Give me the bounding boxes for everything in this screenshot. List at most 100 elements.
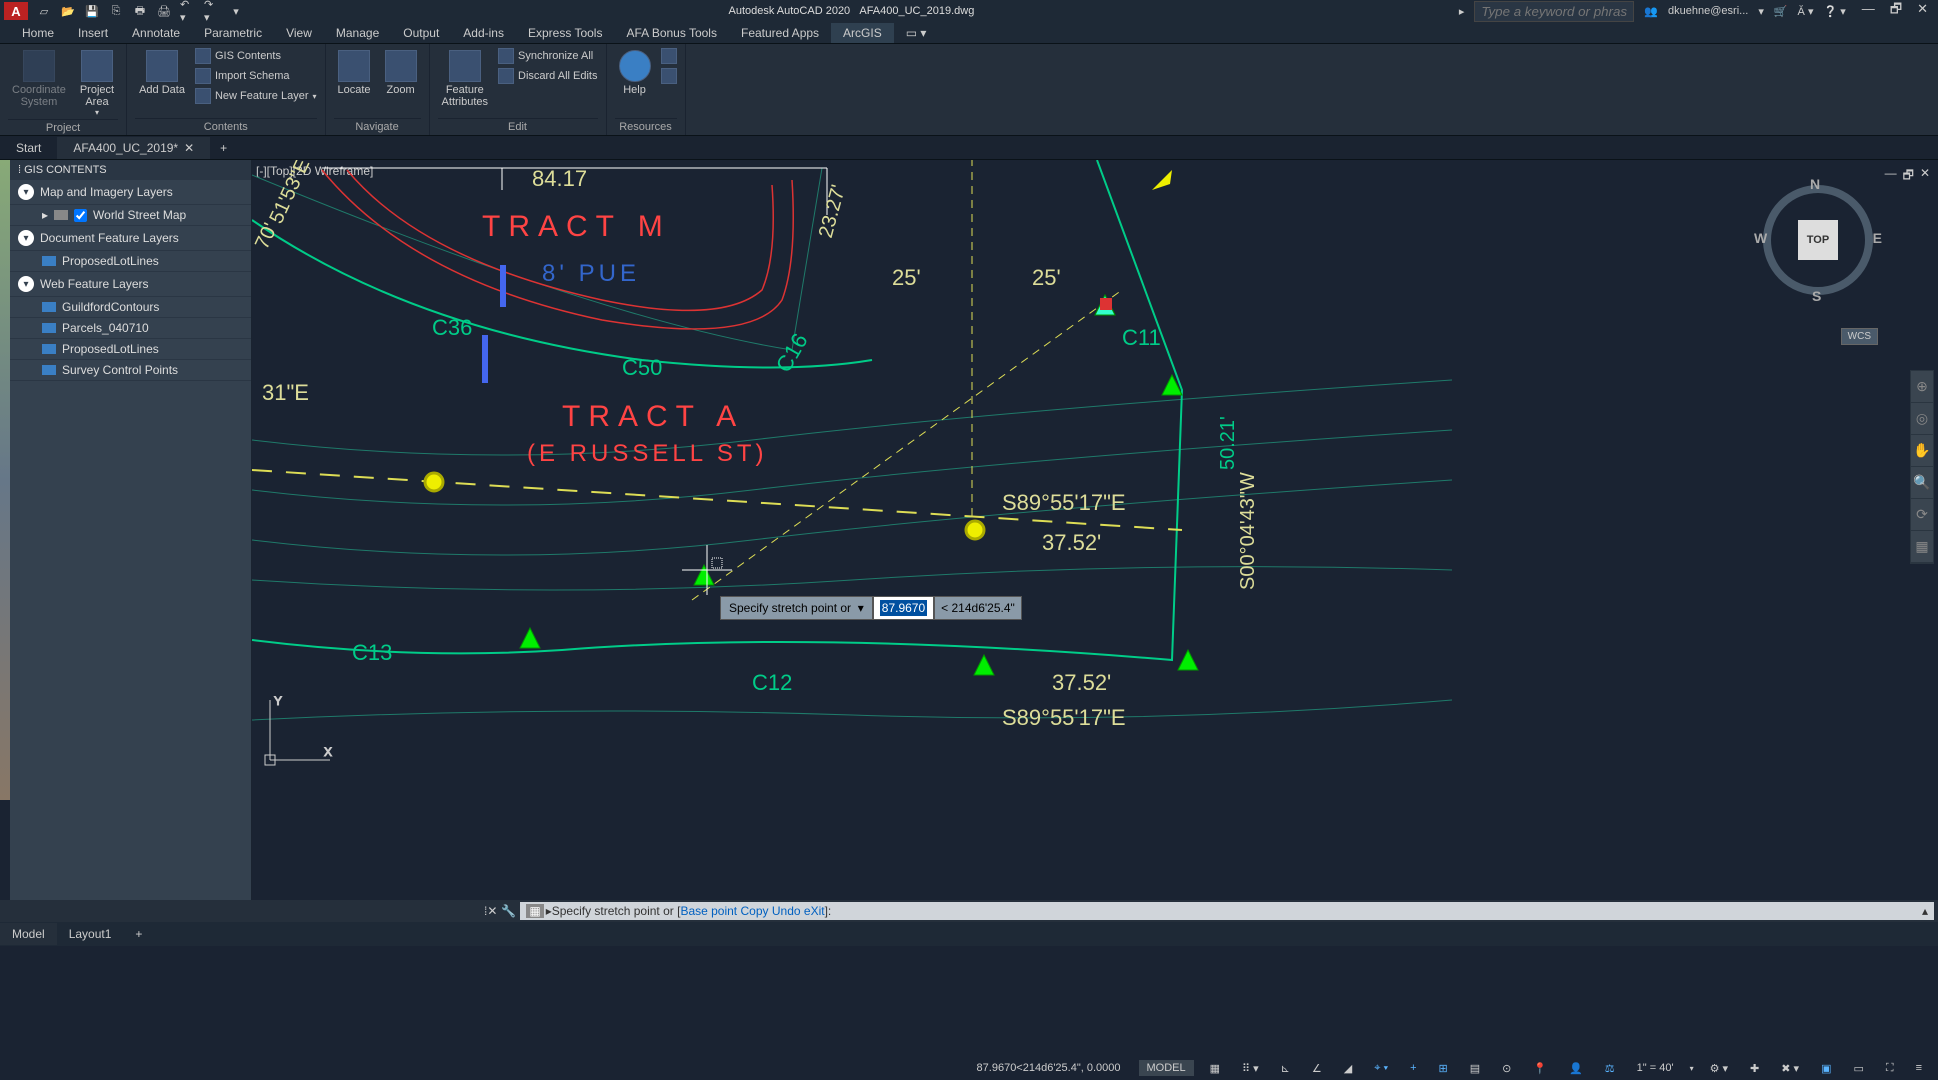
cycle-toggle-icon[interactable]: ⊙ [1496, 1060, 1517, 1077]
qat-saveall-icon[interactable]: ⎘ [108, 3, 124, 19]
doc-tab-active[interactable]: AFA400_UC_2019*✕ [57, 137, 210, 159]
nav-wheel-icon[interactable]: ◎ [1911, 403, 1933, 435]
nav-zoom-icon[interactable]: 🔍 [1911, 467, 1933, 499]
resource-2-button[interactable] [661, 68, 677, 84]
cmd-history-icon[interactable]: ▴ [1922, 904, 1928, 918]
user-label[interactable]: dkuehne@esri... [1668, 5, 1748, 17]
cmd-option-exit[interactable]: eXit [804, 904, 825, 918]
signin-icon[interactable]: 👥 [1644, 5, 1658, 18]
locate-button[interactable]: Locate [334, 48, 375, 98]
viewport-minimize-icon[interactable]: — [1885, 166, 1897, 187]
nav-showmotion-icon[interactable]: ▦ [1911, 531, 1933, 563]
tab-manage[interactable]: Manage [324, 23, 391, 43]
coordinate-system-button[interactable]: Coordinate System [8, 48, 70, 110]
tab-parametric[interactable]: Parametric [192, 23, 274, 43]
tab-extra-icon[interactable]: ▭ ▾ [894, 23, 939, 43]
units-icon[interactable]: ✖ ▾ [1775, 1060, 1805, 1077]
app-menu-icon[interactable]: A [4, 2, 28, 20]
quick-props-icon[interactable]: ▣ [1815, 1060, 1837, 1077]
cart-icon[interactable]: 🛒 [1774, 5, 1788, 18]
chevron-down-icon[interactable]: ▾ [18, 276, 34, 292]
feature-attributes-button[interactable]: Feature Attributes [438, 48, 492, 110]
qat-publish-icon[interactable]: 🖨 [156, 3, 172, 19]
viewcube[interactable]: N S W E TOP [1758, 180, 1878, 300]
nav-full-icon[interactable]: ⊕ [1911, 371, 1933, 403]
resource-1-button[interactable] [661, 48, 677, 64]
close-icon[interactable]: ✕ [1911, 1, 1934, 16]
osnap-toggle-icon[interactable]: ⌖ ▾ [1368, 1060, 1394, 1077]
cmd-customize-icon[interactable]: 🔧 [501, 904, 516, 918]
sidebar-item-guildfordcontours[interactable]: GuildfordContours [10, 297, 251, 318]
chevron-down-icon[interactable]: ▾ [18, 230, 34, 246]
lwt-toggle-icon[interactable]: ⊞ [1433, 1060, 1454, 1077]
tab-arcgis[interactable]: ArcGIS [831, 23, 894, 43]
layer-visibility-checkbox[interactable] [74, 209, 87, 222]
qat-redo-icon[interactable]: ↷ ▾ [204, 3, 220, 19]
tab-featured-apps[interactable]: Featured Apps [729, 23, 831, 43]
dyn-distance-input[interactable]: 87.9670 [873, 596, 934, 620]
transparency-toggle-icon[interactable]: ▤ [1464, 1060, 1486, 1077]
arrow-icon[interactable]: ▸ [1459, 5, 1465, 18]
add-tab-button[interactable]: + [210, 137, 237, 159]
sidebar-item-proposedlotlines-web[interactable]: ProposedLotLines [10, 339, 251, 360]
chevron-down-icon[interactable]: ▾ [18, 184, 34, 200]
sidebar-section-web-feature[interactable]: ▾ Web Feature Layers [10, 272, 251, 297]
project-area-button[interactable]: Project Area▾ [76, 48, 118, 119]
sidebar-section-doc-feature[interactable]: ▾ Document Feature Layers [10, 226, 251, 251]
tab-addins[interactable]: Add-ins [451, 23, 516, 43]
isolate-icon[interactable]: ▭ [1847, 1060, 1869, 1077]
ann-monitor-icon[interactable]: ✚ [1744, 1060, 1765, 1077]
dynamic-input-tooltip[interactable]: Specify stretch point or ▾ 87.9670 < 214… [720, 596, 1022, 620]
close-tab-icon[interactable]: ✕ [184, 141, 194, 155]
sidebar-section-map-imagery[interactable]: ▾ Map and Imagery Layers [10, 180, 251, 205]
snap-toggle-icon[interactable]: ⠿ ▾ [1236, 1060, 1265, 1077]
coordinates-display[interactable]: 87.9670<214d6'25.4", 0.0000 [977, 1062, 1121, 1074]
scale-display[interactable]: 1" = 40' [1631, 1060, 1680, 1076]
expand-icon[interactable]: ▸ [42, 208, 48, 222]
command-input[interactable]: ▦ ▸Specify stretch point or [ Base point… [520, 902, 1934, 920]
doc-tab-start[interactable]: Start [0, 137, 57, 159]
workspace-icon[interactable]: ⚙ ▾ [1704, 1060, 1734, 1077]
gis-contents-button[interactable]: GIS Contents [195, 48, 317, 64]
viewport-restore-icon[interactable]: 🗗 [1903, 166, 1914, 187]
viewcube-top-face[interactable]: TOP [1798, 220, 1838, 260]
tab-express-tools[interactable]: Express Tools [516, 23, 614, 43]
new-feature-layer-button[interactable]: New Feature Layer ▾ [195, 88, 317, 104]
ann-scale-icon[interactable]: 👤 [1563, 1060, 1589, 1077]
customize-status-icon[interactable]: ≡ [1910, 1060, 1928, 1076]
geo-marker-icon[interactable]: 📍 [1527, 1060, 1553, 1077]
viewport-close-icon[interactable]: ✕ [1920, 166, 1930, 187]
import-schema-button[interactable]: Import Schema [195, 68, 317, 84]
clean-screen-icon[interactable]: ⛶ [1880, 1060, 1900, 1077]
iso-toggle-icon[interactable]: ◢ [1338, 1060, 1358, 1077]
cmd-option-copy[interactable]: Copy [741, 904, 769, 918]
grid-toggle-icon[interactable]: ▦ [1204, 1060, 1226, 1077]
search-input[interactable] [1474, 1, 1634, 22]
app-store-icon[interactable]: Ă ▾ [1798, 5, 1814, 18]
sidebar-item-world-street-map[interactable]: ▸ World Street Map [10, 205, 251, 226]
restore-icon[interactable]: 🗗 [1884, 1, 1908, 16]
qat-new-icon[interactable]: ▱ [36, 3, 52, 19]
tab-view[interactable]: View [274, 23, 324, 43]
tab-afa-bonus[interactable]: AFA Bonus Tools [614, 23, 729, 43]
command-line[interactable]: ⁞✕ 🔧 ▦ ▸Specify stretch point or [ Base … [0, 900, 1938, 922]
discard-all-edits-button[interactable]: Discard All Edits [498, 68, 597, 84]
minimize-icon[interactable]: — [1856, 1, 1881, 16]
model-tab[interactable]: Model [0, 923, 57, 945]
cmd-option-base[interactable]: Base point [680, 904, 737, 918]
qat-undo-icon[interactable]: ↶ ▾ [180, 3, 196, 19]
ortho-toggle-icon[interactable]: ⊾ [1275, 1060, 1296, 1077]
polar-toggle-icon[interactable]: ∠ [1306, 1060, 1328, 1077]
qat-dropdown-icon[interactable]: ▾ [228, 3, 244, 19]
wcs-badge[interactable]: WCS [1841, 328, 1878, 345]
cmd-close-icon[interactable]: ⁞✕ [484, 904, 497, 918]
drawing-svg[interactable]: Y X [252, 160, 1452, 780]
tab-annotate[interactable]: Annotate [120, 23, 192, 43]
add-data-button[interactable]: Add Data [135, 48, 189, 98]
ann-visibility-icon[interactable]: ⚖ [1599, 1060, 1621, 1077]
cmd-option-undo[interactable]: Undo [772, 904, 801, 918]
layout1-tab[interactable]: Layout1 [57, 923, 124, 945]
modelspace-button[interactable]: MODEL [1139, 1060, 1194, 1076]
tab-output[interactable]: Output [391, 23, 451, 43]
qat-plot-icon[interactable]: 🖶 [132, 3, 148, 19]
